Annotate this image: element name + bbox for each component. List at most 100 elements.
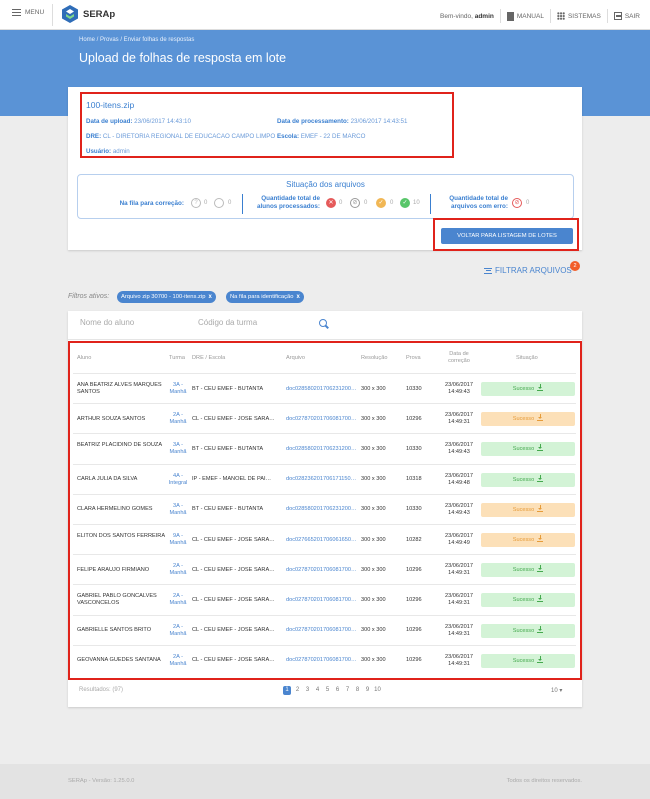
divider — [499, 9, 501, 23]
footer-rights: Todos os direitos reservados. — [506, 778, 582, 784]
table-row[interactable]: CLARA HERMELINO GOMES 3A - Manhã BT - CEU … — [73, 493, 576, 524]
sistemas-link[interactable]: SISTEMAS — [556, 12, 601, 20]
file-link[interactable]: doc027665201706061650… — [286, 537, 358, 544]
sair-link[interactable]: SAIR — [613, 12, 640, 20]
top-bar: MENU SERAp Bem-vindo, admin MANUAL SISTE… — [0, 0, 650, 30]
remove-chip-icon[interactable]: x — [208, 291, 211, 303]
escola-info: Escola: EMEF - 22 DE MARCO — [277, 133, 366, 140]
status-download-button[interactable]: Sucesso — [481, 653, 575, 668]
date-cell: 23/06/2017 14:49:43 — [445, 442, 473, 456]
proc-count: 0 — [390, 200, 394, 206]
blocked-icon: ⊘ — [350, 198, 360, 208]
processados-label: Quantidade total de alunos processados: — [257, 195, 320, 210]
status-download-button[interactable]: Sucesso — [481, 472, 575, 487]
class-code-input[interactable]: Código da turma — [198, 318, 257, 327]
class-cell: 3A - Manhã — [169, 502, 187, 516]
file-link[interactable]: doc027870201706081700… — [286, 597, 358, 604]
status-download-button[interactable]: Sucesso — [481, 412, 575, 427]
page-5[interactable]: 5 — [324, 686, 331, 695]
upload-date: Data de upload: 23/06/2017 14:43:10 — [86, 118, 191, 125]
table-row[interactable]: ELITON DOS SANTOS FERREIRA 9A - Manhã CL -… — [73, 524, 576, 554]
file-link[interactable]: doc028580201706231200… — [286, 446, 358, 453]
col-aluno[interactable]: Aluno — [77, 355, 91, 362]
serap-logo-icon — [62, 5, 78, 23]
status-download-button[interactable]: Sucesso — [481, 502, 575, 517]
success-check-icon: ✓ — [400, 198, 410, 208]
table-row[interactable]: ARTHUR SOUZA SANTOS 2A - Manhã CL - CEU EM… — [73, 403, 576, 433]
menu-button[interactable]: MENU — [12, 9, 44, 16]
file-link[interactable]: doc028580201706231200… — [286, 506, 358, 513]
status-download-button[interactable]: Sucesso — [481, 382, 575, 397]
col-turma[interactable]: Turma — [169, 355, 185, 362]
pagination: 1 2 3 4 5 6 7 8 9 10 — [283, 686, 381, 695]
page-2[interactable]: 2 — [294, 686, 301, 695]
col-resolucao[interactable]: Resolução — [361, 355, 387, 362]
col-situacao[interactable]: Situação — [516, 355, 538, 362]
page-7[interactable]: 7 — [344, 686, 351, 695]
table-row[interactable]: GABRIELLE SANTOS BRITO 2A - Manhã CL - CEU… — [73, 614, 576, 645]
proc-count: 0 — [339, 200, 343, 206]
table-row[interactable]: FELIPE ARAUJO FIRMIANO 2A - Manhã CL - CEU… — [73, 554, 576, 584]
file-link[interactable]: doc027870201706081700… — [286, 567, 358, 574]
exam-cell: 10330 — [406, 506, 422, 513]
remove-chip-icon[interactable]: x — [296, 291, 299, 303]
page-1[interactable]: 1 — [283, 686, 291, 695]
active-filters-label: Filtros ativos: — [68, 293, 110, 300]
school-cell: CL - CEU EMEF - JOSE SARA… — [192, 657, 275, 664]
page-10[interactable]: 10 — [374, 686, 381, 695]
table-row[interactable]: CARLA JULIA DA SILVA 4A - Integral IP - EM… — [73, 463, 576, 494]
file-link[interactable]: doc028580201706231200… — [286, 386, 358, 393]
fila-count: 0 — [228, 200, 232, 206]
situacao-title: Situação dos arquivos — [286, 180, 365, 189]
status-download-button[interactable]: Sucesso — [481, 563, 575, 578]
school-cell: CL - CEU EMEF - JOSE SARA… — [192, 536, 275, 543]
status-download-button[interactable]: Sucesso — [481, 593, 575, 608]
welcome-text: Bem-vindo, admin — [440, 12, 494, 20]
table-row[interactable]: GABRIEL PABLO GONCALVES VASCONCELOS 2A - … — [73, 584, 576, 614]
app-name[interactable]: SERAp — [83, 9, 115, 20]
exam-cell: 10296 — [406, 627, 422, 634]
filter-files-button[interactable]: FILTRAR ARQUIVOS — [484, 266, 572, 275]
manual-link[interactable]: MANUAL — [506, 11, 544, 21]
col-dre[interactable]: DRE / Escola — [192, 355, 225, 362]
page-size-select[interactable]: 10 ▾ — [551, 687, 562, 694]
class-cell: 3A - Manhã — [169, 382, 187, 396]
table-row[interactable]: ANA BEATRIZ ALVES MARQUES SANTOS 3A - Man… — [73, 373, 576, 403]
divider — [606, 9, 608, 23]
status-download-button[interactable]: Sucesso — [481, 533, 575, 548]
page-3[interactable]: 3 — [304, 686, 311, 695]
class-cell: 3A - Manhã — [169, 442, 187, 456]
exam-cell: 10330 — [406, 445, 422, 452]
file-link[interactable]: doc027870201706081700… — [286, 657, 358, 664]
page-6[interactable]: 6 — [334, 686, 341, 695]
status-label: Sucesso — [512, 537, 535, 544]
file-link[interactable]: doc028236201706171150… — [286, 476, 358, 483]
page-8[interactable]: 8 — [354, 686, 361, 695]
table-row[interactable]: GEOVANNA GUEDES SANTANA 2A - Manhã CL - CE… — [73, 644, 576, 675]
resolution-cell: 300 x 300 — [361, 536, 386, 543]
page-9[interactable]: 9 — [364, 686, 371, 695]
table-row[interactable]: BEATRIZ PLACIDINO DE SOUZA 3A - Manhã BT -… — [73, 433, 576, 463]
file-link[interactable]: doc027870201706081700… — [286, 627, 358, 634]
student-name-input[interactable]: Nome do aluno — [80, 318, 134, 327]
col-arquivo[interactable]: Arquivo — [286, 355, 305, 362]
breadcrumb[interactable]: Home / Provas / Enviar folhas de respost… — [79, 37, 194, 43]
download-icon — [537, 625, 544, 633]
divider — [242, 194, 243, 214]
status-download-button[interactable]: Sucesso — [481, 623, 575, 638]
status-download-button[interactable]: Sucesso — [481, 442, 575, 457]
page-4[interactable]: 4 — [314, 686, 321, 695]
exam-cell: 10318 — [406, 476, 422, 483]
class-cell: 2A - Manhã — [169, 412, 187, 426]
question-icon: ? — [191, 198, 201, 208]
col-data[interactable]: Data de correção — [444, 351, 474, 365]
dre-info: DRE: CL - DIRETORIA REGIONAL DE EDUCACAO… — [86, 133, 276, 140]
col-prova[interactable]: Prova — [406, 355, 421, 362]
filter-chip[interactable]: Arquivo zip 30700 - 100-itens.zip x — [117, 291, 216, 303]
search-icon[interactable] — [319, 319, 327, 327]
filter-chip[interactable]: Na fila para identificação x — [226, 291, 304, 303]
school-cell: IP - EMEF - MANOEL DE PAI… — [192, 476, 272, 483]
file-link[interactable]: doc027870201706081700… — [286, 416, 358, 423]
back-to-batches-button[interactable]: VOLTAR PARA LISTAGEM DE LOTES — [441, 228, 573, 244]
status-label: Sucesso — [512, 506, 535, 513]
